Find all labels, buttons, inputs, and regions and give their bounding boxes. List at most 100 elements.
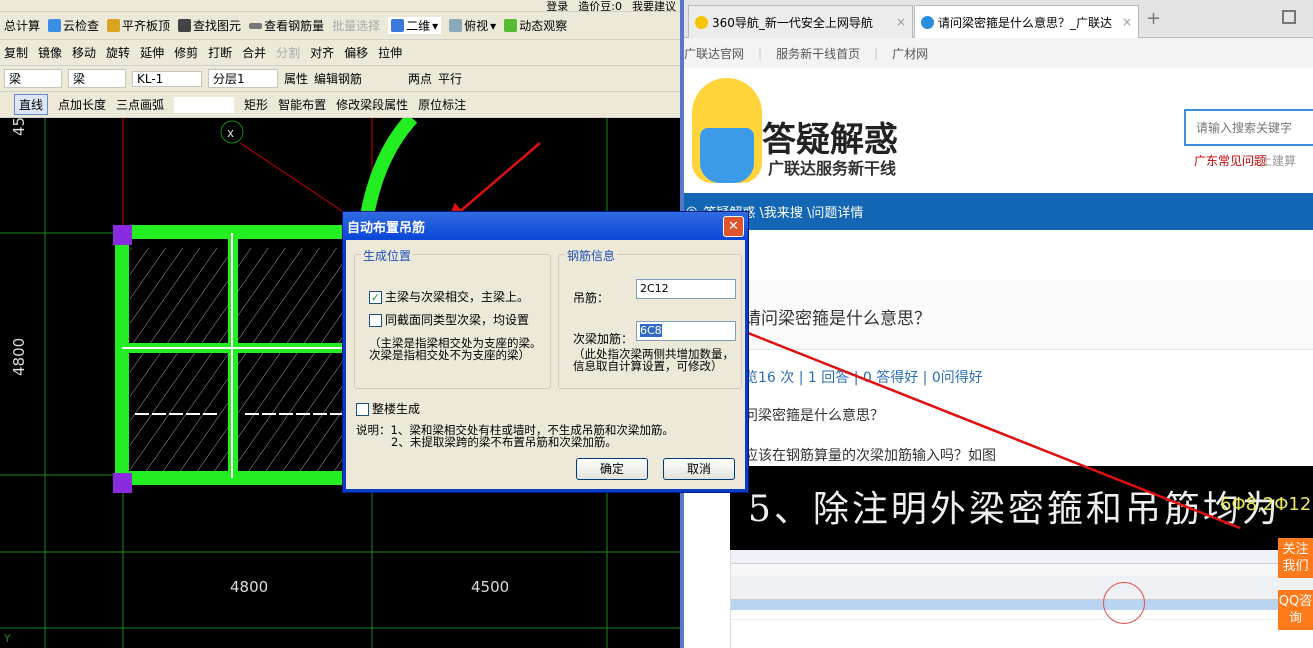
type-select[interactable]: 梁 (68, 69, 126, 88)
follow-us-button[interactable]: 关注我们 (1278, 538, 1313, 578)
view-rebar-button[interactable]: 查看钢筋量 (249, 17, 324, 34)
orbit-icon (504, 19, 518, 32)
category-select[interactable]: 梁 (4, 69, 62, 88)
explanation-2: 2、未提取梁跨的梁不布置吊筋和次梁加筋。 (391, 435, 617, 449)
question-title: 请问梁密箍是什么意思？ (744, 309, 931, 329)
main-beam-checkbox[interactable]: ✓ 主梁与次梁相交，主梁上。 (369, 288, 529, 305)
dialog-title-bar: 自动布置吊筋 ✕ (343, 212, 748, 240)
hanger-input[interactable]: 2C12 (636, 279, 736, 299)
tab-question[interactable]: 请问梁密箍是什么意思？_广联达 × (914, 5, 1139, 38)
secondary-input[interactable]: 6C8 (636, 321, 736, 341)
batch-select-button[interactable]: 批量选择 (332, 17, 380, 34)
cube-icon (449, 19, 463, 32)
top-strip: 登录 造价豆:0 我要建议 (0, 0, 680, 12)
dim-left-top: 45 (10, 118, 28, 136)
element-select[interactable]: KL-1 (132, 70, 202, 87)
top-view-select[interactable]: 俯视 ▾ (449, 17, 496, 34)
rotate-button[interactable]: 旋转 (106, 44, 130, 61)
offset-button[interactable]: 偏移 (344, 44, 368, 61)
square-icon (391, 19, 405, 32)
extend-button[interactable]: 延伸 (140, 44, 164, 61)
merge-button[interactable]: 合并 (242, 44, 266, 61)
same-section-checkbox[interactable]: 同截面同类型次梁，均设置 (369, 311, 529, 328)
close-icon[interactable]: ✕ (723, 215, 744, 237)
search-input[interactable] (1184, 109, 1313, 146)
column (113, 225, 132, 245)
calc-button[interactable]: 总计算 (4, 17, 40, 34)
orbit-button[interactable]: 动态观察 (504, 17, 567, 34)
column (113, 473, 132, 493)
trim-button[interactable]: 修剪 (174, 44, 198, 61)
checkbox[interactable] (356, 403, 369, 416)
360-icon (695, 15, 708, 29)
leader-line (239, 142, 346, 214)
toolbar-row-1: 总计算 云检查 平齐板顶 查找图元 查看钢筋量 批量选择 二维 ▾ 俯视 ▾ 动态观… (0, 12, 680, 40)
toolbar-row-3: 梁 梁 KL-1 分层1 属性 编辑钢筋 两点 平行 (0, 66, 680, 92)
attached-image-cad: 5、除注明外梁密箍和吊筋均为 6Φ8,2Φ12 (730, 466, 1313, 550)
attached-image-table (730, 550, 1313, 648)
copy-button[interactable]: 复制 (4, 44, 28, 61)
glasses-icon (249, 22, 263, 29)
arc-option-select[interactable] (174, 96, 235, 113)
new-tab-icon[interactable]: + (1146, 8, 1161, 29)
edit-rebar-button[interactable]: 编辑钢筋 (314, 70, 362, 87)
breadcrumb: ◎答疑解惑 \我来搜 \问题详情 (684, 193, 1313, 230)
bookmark-glodon[interactable]: 广联达官网 (684, 45, 744, 62)
cloud-check-icon (48, 19, 62, 32)
toolbar-row-2: 复制 镜像 移动 旋转 延伸 修剪 打断 合并 分割 对齐 偏移 拉伸 (0, 40, 680, 66)
restore-icon[interactable] (1282, 10, 1296, 24)
tab-bar: 360导航_新一代安全上网导航 × 请问梁密箍是什么意思？_广联达 × + (684, 0, 1313, 38)
line-button[interactable]: 直线 (14, 94, 49, 115)
layer-select[interactable]: 分层1 (208, 69, 278, 88)
question-stats: 览16 次 | 1 回答 | 0 答得好 | 0问得好 (744, 370, 983, 386)
whole-building-checkbox[interactable]: 整楼生成 (356, 400, 420, 417)
toolbar-row-4: 直线 点加长度 三点画弧 矩形 智能布置 修改梁段属性 原位标注 (0, 92, 680, 118)
cloud-check-button[interactable]: 云检查 (48, 17, 99, 34)
dim-bottom-1: 4800 (230, 578, 268, 596)
view-2d-select[interactable]: 二维 ▾ (388, 17, 442, 34)
smart-place-button[interactable]: 智能布置 (278, 96, 326, 113)
bookmarks-bar: 广联达官网 | 服务新干线首页 | 广材网 (684, 38, 1313, 68)
align-button[interactable]: 对齐 (310, 44, 334, 61)
align-slab-button[interactable]: 平齐板顶 (107, 17, 170, 34)
two-point-button[interactable]: 两点 (408, 70, 432, 87)
binoculars-icon (178, 19, 192, 32)
move-button[interactable]: 移动 (72, 44, 96, 61)
break-button[interactable]: 打断 (208, 44, 232, 61)
login-link[interactable]: 登录 (546, 0, 568, 11)
stretch-button[interactable]: 拉伸 (378, 44, 402, 61)
position-group: 生成位置 ✓ 主梁与次梁相交，主梁上。 同截面同类型次梁，均设置 （主梁是指梁相交… (354, 247, 551, 389)
ok-button[interactable]: 确定 (576, 458, 648, 480)
tab-360[interactable]: 360导航_新一代安全上网导航 × (688, 5, 913, 38)
logo-title: 答疑解惑 (762, 120, 898, 160)
bookmark-materials[interactable]: 广材网 (892, 45, 928, 62)
close-tab-icon[interactable]: × (1122, 15, 1132, 29)
suggest-link[interactable]: 我要建议 (632, 0, 676, 11)
checkbox[interactable] (369, 314, 382, 327)
ie-icon (921, 15, 934, 29)
cancel-button[interactable]: 取消 (663, 458, 735, 480)
dialog-title: 自动布置吊筋 (347, 220, 426, 236)
close-tab-icon[interactable]: × (896, 15, 906, 29)
hot-link-civil[interactable]: 土建算 (1260, 152, 1296, 169)
align-slab-icon (107, 19, 121, 32)
checkbox-checked[interactable]: ✓ (369, 291, 382, 304)
split-button[interactable]: 分割 (276, 44, 300, 61)
properties-button[interactable]: 属性 (284, 70, 308, 87)
bookmark-service[interactable]: 服务新干线首页 (776, 45, 860, 62)
parallel-button[interactable]: 平行 (438, 70, 462, 87)
rectangle-button[interactable]: 矩形 (244, 96, 268, 113)
qq-consult-button[interactable]: QQ咨询 (1278, 590, 1313, 630)
modify-beam-span-button[interactable]: 修改梁段属性 (336, 96, 408, 113)
rebar-note: （此处指次梁两侧共增加数量，信息取自计算设置，可修改） (573, 347, 734, 373)
three-point-arc-button[interactable]: 三点画弧 (116, 96, 164, 113)
mascot-logo (692, 78, 762, 183)
question-body-2: 应该在钢筋算量的次梁加筋输入吗？如图 (744, 448, 996, 464)
point-length-button[interactable]: 点加长度 (58, 96, 106, 113)
position-note: （主梁是指梁相交处为支座的梁。次梁是指相交处不为支座的梁） (369, 336, 542, 362)
in-place-annotation-button[interactable]: 原位标注 (418, 96, 466, 113)
hot-link-guangdong[interactable]: 广东常见问题 (1194, 152, 1266, 169)
rebar-info-group: 钢筋信息 吊筋： 2C12 次梁加筋： 6C8 （此处指次梁两侧共增加数量，信息… (558, 247, 742, 389)
find-button[interactable]: 查找图元 (178, 17, 241, 34)
mirror-button[interactable]: 镜像 (38, 44, 62, 61)
